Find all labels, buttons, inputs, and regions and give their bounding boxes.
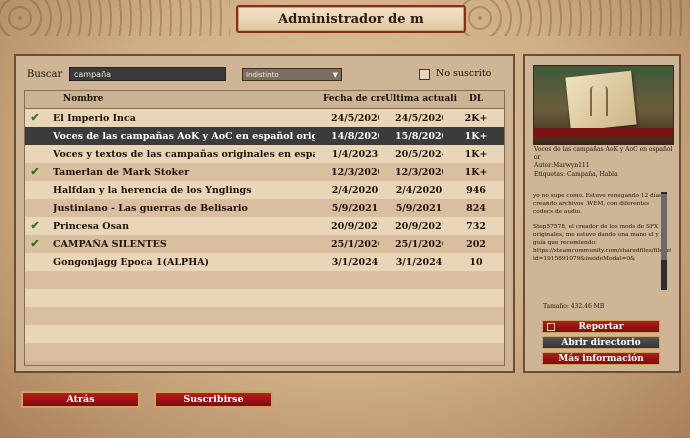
table-row[interactable]: Justiniano - Las guerras de Belisario 5/9… [25, 199, 504, 217]
mod-updated-date: 20/9/2021 [395, 221, 443, 232]
table-row[interactable]: Voces de las campañas AoK y AoC en españ… [25, 127, 504, 145]
subscribe-button-label: Suscribirse [183, 394, 244, 405]
scrollbar-thumb[interactable] [661, 194, 667, 260]
mod-name: Voces de las campañas AoK y AoC en españ… [53, 131, 315, 142]
report-button-label: Reportar [578, 321, 624, 332]
mod-name: Tamerlan de Mark Stoker [53, 167, 190, 178]
mod-name: El Imperio Inca [53, 113, 136, 124]
mod-name: Voces y textos de las campañas originale… [53, 149, 315, 160]
report-checkbox-icon [547, 323, 555, 331]
mod-downloads: 1K+ [464, 149, 488, 160]
mod-name: Princesa Osan [53, 221, 129, 232]
no-subscribed-label: No suscrito [436, 68, 492, 79]
mod-created-date: 20/9/2021 [331, 221, 379, 232]
search-label: Buscar [27, 69, 63, 80]
mod-updated-date: 12/3/2020 [395, 167, 443, 178]
no-subscribed-checkbox[interactable] [419, 69, 430, 80]
open-directory-button[interactable]: Abrir directorio [542, 336, 660, 349]
subscribed-check-icon: ✔ [30, 219, 40, 232]
mod-updated-date: 2/4/2020 [395, 185, 443, 196]
mod-updated-date: 24/5/2020 [395, 113, 443, 124]
mod-name: Justiniano - Las guerras de Belisario [53, 203, 248, 214]
mod-name: CAMPAÑA SILENTES [53, 239, 167, 250]
mod-details-panel: Voces de las campañas AoK y AoC en españ… [523, 54, 681, 373]
mod-updated-date: 5/9/2021 [395, 203, 443, 214]
mod-downloads: 824 [466, 203, 486, 214]
mod-downloads: 732 [466, 221, 486, 232]
more-info-label: Más información [558, 353, 644, 364]
subscribed-check-icon: ✔ [30, 165, 40, 178]
description-paragraph: Step57578, el creador de los mods de SFX… [533, 224, 671, 262]
table-row[interactable]: ✔ CAMPAÑA SILENTES 25/1/2026 25/1/2026 202 [25, 235, 504, 253]
mod-downloads: 946 [466, 185, 486, 196]
column-header-updated[interactable]: Última actualización [385, 94, 457, 104]
subscribed-check-icon: ✔ [30, 111, 40, 124]
mod-created-date: 1/4/2023 [331, 149, 379, 160]
mod-downloads: 1K+ [464, 131, 488, 142]
chevron-down-icon: ▼ [332, 70, 338, 79]
mod-size: Tamaño: 432.46 MB [543, 303, 605, 310]
mod-preview-image [533, 65, 674, 145]
table-row [25, 307, 504, 325]
table-row [25, 271, 504, 289]
mod-created-date: 3/1/2024 [331, 257, 379, 268]
mod-created-date: 24/5/2020 [331, 113, 379, 124]
mod-name: Gongonjagg Epoca 1(ALPHA) [53, 257, 210, 268]
filter-selected-value: Indistinto [246, 70, 279, 79]
filter-dropdown[interactable]: Indistinto ▼ [242, 68, 342, 81]
table-row[interactable]: Voces y textos de las campañas originale… [25, 145, 504, 163]
mod-updated-date: 3/1/2024 [395, 257, 443, 268]
mod-updated-date: 20/5/2024 [395, 149, 443, 160]
column-header-created[interactable]: Fecha de creación [323, 94, 385, 104]
mod-downloads: 202 [466, 239, 486, 250]
header-ornament-left [0, 0, 230, 36]
description-paragraph: yo no supe como. Estuve renegando 12 día… [533, 193, 663, 215]
mod-created-date: 5/9/2021 [331, 203, 379, 214]
mod-list-panel: Buscar Indistinto ▼ No suscrito Nombre F… [14, 54, 515, 373]
more-info-button[interactable]: Más información [542, 352, 660, 365]
preview-figure [590, 86, 608, 116]
subscribed-check-icon: ✔ [30, 237, 40, 250]
table-row[interactable]: ✔ Tamerlan de Mark Stoker 12/3/2020 12/3/20… [25, 163, 504, 181]
report-button[interactable]: Reportar [542, 320, 660, 333]
mod-downloads: 2K+ [464, 113, 488, 124]
mods-table: Nombre Fecha de creación Última actualiz… [24, 90, 505, 366]
table-row[interactable]: ✔ El Imperio Inca 24/5/2020 24/5/2020 2K+ [25, 109, 504, 127]
table-row [25, 289, 504, 307]
table-row [25, 343, 504, 361]
mod-created-date: 12/3/2020 [331, 167, 379, 178]
mod-updated-date: 15/8/2020 [395, 131, 443, 142]
mod-title: Voces de las campañas AoK y AoC en españ… [534, 146, 673, 161]
mod-downloads: 10 [469, 257, 483, 268]
table-header: Nombre Fecha de creación Última actualiz… [25, 91, 504, 109]
mod-author: Autor:Marwyn111 [534, 162, 590, 169]
table-row[interactable]: Halfdan y la herencia de los Ynglings 2/4… [25, 181, 504, 199]
description-scrollbar[interactable] [661, 192, 667, 290]
table-row[interactable]: ✔ Princesa Osan 20/9/2021 20/9/2021 732 [25, 217, 504, 235]
search-input[interactable] [69, 67, 226, 81]
table-row [25, 325, 504, 343]
window-title: Administrador de m [236, 5, 466, 33]
back-button[interactable]: Atrás [21, 391, 140, 408]
preview-banner [534, 128, 673, 138]
mod-created-date: 14/8/2020 [331, 131, 379, 142]
column-header-name[interactable]: Nombre [63, 94, 104, 104]
open-directory-label: Abrir directorio [561, 337, 641, 348]
mod-downloads: 1K+ [464, 167, 488, 178]
column-header-dl[interactable]: DL [469, 94, 483, 104]
mod-description: yo no supe como. Estuve renegando 12 día… [533, 192, 671, 288]
back-button-label: Atrás [66, 394, 95, 405]
mod-updated-date: 25/1/2026 [395, 239, 443, 250]
mod-name: Halfdan y la herencia de los Ynglings [53, 185, 252, 196]
table-body: ✔ El Imperio Inca 24/5/2020 24/5/2020 2K+ Voc… [25, 109, 504, 361]
mod-created-date: 25/1/2026 [331, 239, 379, 250]
mod-tags: Etiquetas: Campaña, Habla [534, 171, 618, 178]
header-ornament-right [460, 0, 690, 36]
table-row[interactable]: Gongonjagg Epoca 1(ALPHA) 3/1/2024 3/1/202… [25, 253, 504, 271]
mod-created-date: 2/4/2020 [331, 185, 379, 196]
subscribe-button[interactable]: Suscribirse [154, 391, 273, 408]
